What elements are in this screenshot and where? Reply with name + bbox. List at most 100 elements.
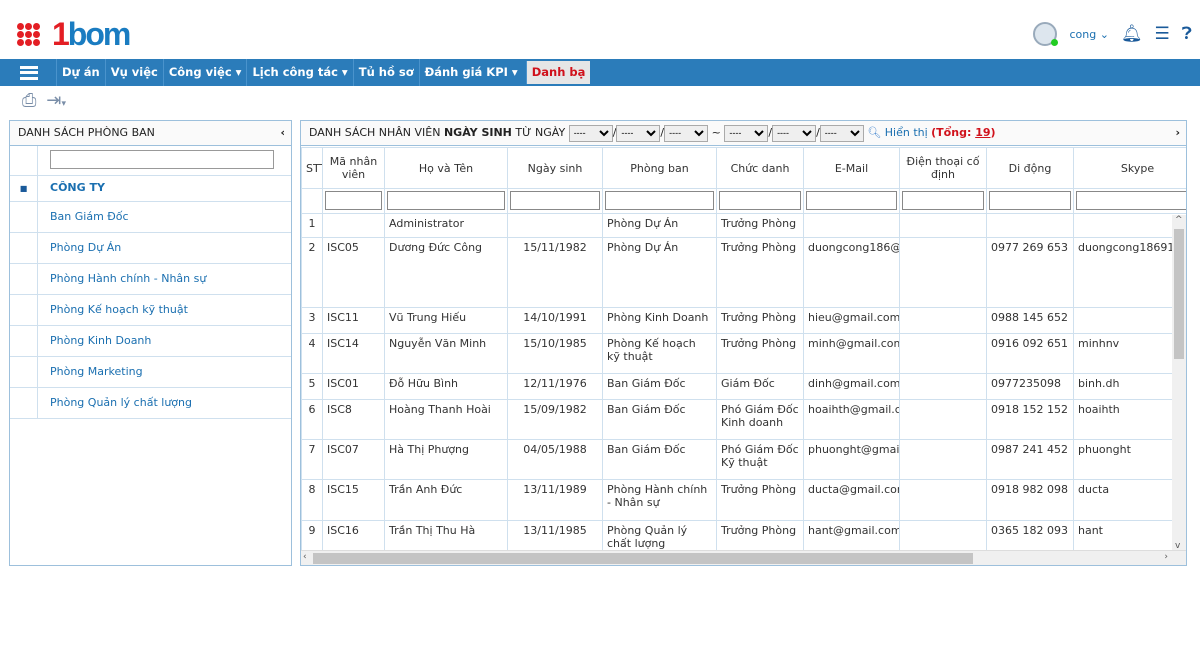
table-cell: hoaihth@gmail.com	[803, 399, 900, 440]
column-header[interactable]: E-Mail	[803, 147, 900, 189]
checklist-icon[interactable]: ☰	[1155, 24, 1170, 44]
collapse-tree-icon[interactable]: ■	[20, 184, 28, 193]
table-cell: Trần Anh Đức	[384, 479, 508, 521]
table-cell: ISC16	[322, 520, 385, 551]
table-row[interactable]: 3 ISC11 Vũ Trung Hiếu 14/10/1991 Phòng Kinh …	[301, 307, 1186, 334]
column-filter-input[interactable]	[806, 191, 897, 210]
table-cell: Trần Thị Thu Hà	[384, 520, 508, 551]
table-cell	[899, 213, 987, 238]
table-cell: Phó Giám Đốc Kinh doanh	[716, 399, 804, 440]
nav-item[interactable]: Dự án	[56, 59, 105, 86]
column-header[interactable]: Phòng ban	[602, 147, 717, 189]
expand-icon[interactable]: ›	[1175, 121, 1180, 145]
nav-item[interactable]: Tủ hồ sơ	[352, 59, 419, 86]
table-row[interactable]: 1 Administrator Phòng Dự Án Trưởng Phòng	[301, 213, 1186, 238]
table-cell: Ban Giám Đốc	[602, 439, 717, 480]
department-item[interactable]: Phòng Quản lý chất lượng	[10, 388, 291, 419]
tree-root[interactable]: ■ CÔNG TY	[10, 176, 291, 202]
table-row[interactable]: 7 ISC07 Hà Thị Phượng 04/05/1988 Ban Giám Đố…	[301, 439, 1186, 480]
table-row[interactable]: 4 ISC14 Nguyễn Văn Minh 15/10/1985 Phòng Kế …	[301, 333, 1186, 374]
department-search-input[interactable]	[50, 150, 274, 169]
nav-item[interactable]: Lịch công tác ▾	[246, 59, 352, 86]
apps-grid-icon[interactable]	[17, 23, 40, 46]
column-filter-input[interactable]	[510, 191, 600, 210]
table-cell: dinh@gmail.com	[803, 373, 900, 400]
table-cell: hieu@gmail.com	[803, 307, 900, 334]
table-cell: Administrator	[384, 213, 508, 238]
horizontal-scrollbar[interactable]: ‹ ›	[301, 550, 1186, 565]
table-cell	[899, 520, 987, 551]
nav-item[interactable]: Đánh giá KPI ▾	[418, 59, 523, 86]
show-link[interactable]: Hiển thị	[885, 126, 928, 139]
table-cell: Phòng Dự Án	[602, 237, 717, 308]
table-cell: 3	[301, 307, 323, 334]
department-item[interactable]: Phòng Dự Án	[10, 233, 291, 264]
user-menu[interactable]: cong ⌄	[1069, 28, 1108, 41]
table-row[interactable]: 6 ISC8 Hoàng Thanh Hoài 15/09/1982 Ban Giám …	[301, 399, 1186, 440]
table-cell	[899, 333, 987, 374]
date-select[interactable]: ----	[664, 124, 709, 142]
date-select[interactable]: ----	[724, 124, 769, 142]
table-row[interactable]: 5 ISC01 Đỗ Hữu Bình 12/11/1976 Ban Giám Đốc G…	[301, 373, 1186, 400]
collapse-icon[interactable]: ‹	[280, 121, 285, 145]
department-item[interactable]: Phòng Kinh Doanh	[10, 326, 291, 357]
table-cell: 04/05/1988	[507, 439, 603, 480]
column-filter-input[interactable]	[989, 191, 1071, 210]
total-count[interactable]: 19	[975, 126, 990, 139]
column-filter-input[interactable]	[1076, 191, 1186, 210]
print-icon[interactable]: ⎙	[22, 90, 36, 111]
nav-item[interactable]: Vụ việc	[104, 59, 163, 86]
column-header[interactable]: Điện thoại cố định	[899, 147, 987, 189]
table-cell: 0918 982 098	[986, 479, 1074, 521]
vertical-scrollbar[interactable]: ^ v	[1172, 215, 1186, 551]
menu-icon[interactable]	[20, 65, 38, 80]
avatar[interactable]	[1033, 22, 1059, 46]
table-cell: Trưởng Phòng	[716, 333, 804, 374]
date-select[interactable]: ----	[819, 124, 864, 142]
table-row[interactable]: 2 ISC05 Dương Đức Công 15/11/1982 Phòng Dự Á…	[301, 237, 1186, 308]
column-header[interactable]: Họ và Tên	[384, 147, 508, 189]
bell-icon[interactable]: 🔔︎	[1121, 24, 1143, 44]
employee-panel-header: DANH SÁCH NHÂN VIÊN NGÀY SINH TỪ NGÀY --…	[301, 121, 1186, 146]
table-cell: Trưởng Phòng	[716, 479, 804, 521]
column-header[interactable]: Di động	[986, 147, 1074, 189]
export-icon[interactable]: ⇥▾	[46, 90, 66, 111]
column-filter-input[interactable]	[719, 191, 801, 210]
department-item[interactable]: Ban Giám Đốc	[10, 202, 291, 233]
column-filter-input[interactable]	[387, 191, 505, 210]
table-cell: Hoàng Thanh Hoài	[384, 399, 508, 440]
column-filter-input[interactable]	[325, 191, 382, 210]
table-cell: 15/11/1982	[507, 237, 603, 308]
table-cell	[899, 479, 987, 521]
table-cell: hant@gmail.com	[803, 520, 900, 551]
department-item[interactable]: Phòng Hành chính - Nhân sự	[10, 264, 291, 295]
table-cell: Phòng Quản lý chất lượng	[602, 520, 717, 551]
table-cell: 0988 145 652	[986, 307, 1074, 334]
column-header[interactable]: STT	[301, 147, 323, 189]
nav-item[interactable]: Công việc ▾	[162, 59, 247, 86]
toolbar: ⎙ ⇥▾	[22, 90, 66, 111]
column-header[interactable]: Skype	[1073, 147, 1186, 189]
table-cell: Phòng Dự Án	[602, 213, 717, 238]
column-header[interactable]: Chức danh	[716, 147, 804, 189]
department-item[interactable]: Phòng Marketing	[10, 357, 291, 388]
date-select[interactable]: ----	[616, 124, 661, 142]
help-icon[interactable]: ❓︎	[1182, 24, 1192, 44]
table-cell: Đỗ Hữu Bình	[384, 373, 508, 400]
date-select[interactable]: ----	[772, 124, 817, 142]
table-cell: phuonght@gmail.com	[803, 439, 900, 480]
table-row[interactable]: 9 ISC16 Trần Thị Thu Hà 13/11/1985 Phòng Quả…	[301, 520, 1186, 551]
column-header[interactable]: Ngày sinh	[507, 147, 603, 189]
table-cell: 2	[301, 237, 323, 308]
table-cell: 15/10/1985	[507, 333, 603, 374]
search-icon[interactable]: 🔍︎	[867, 126, 881, 139]
date-select[interactable]: ----	[568, 124, 613, 142]
department-item[interactable]: Phòng Kế hoạch kỹ thuật	[10, 295, 291, 326]
nav-item[interactable]: Danh bạ	[525, 61, 591, 84]
logo[interactable]: 1bom	[17, 16, 131, 53]
table-cell: ISC8	[322, 399, 385, 440]
table-row[interactable]: 8 ISC15 Trần Anh Đức 13/11/1989 Phòng Hành c…	[301, 479, 1186, 521]
column-header[interactable]: Mã nhân viên	[322, 147, 385, 189]
column-filter-input[interactable]	[902, 191, 984, 210]
column-filter-input[interactable]	[605, 191, 714, 210]
